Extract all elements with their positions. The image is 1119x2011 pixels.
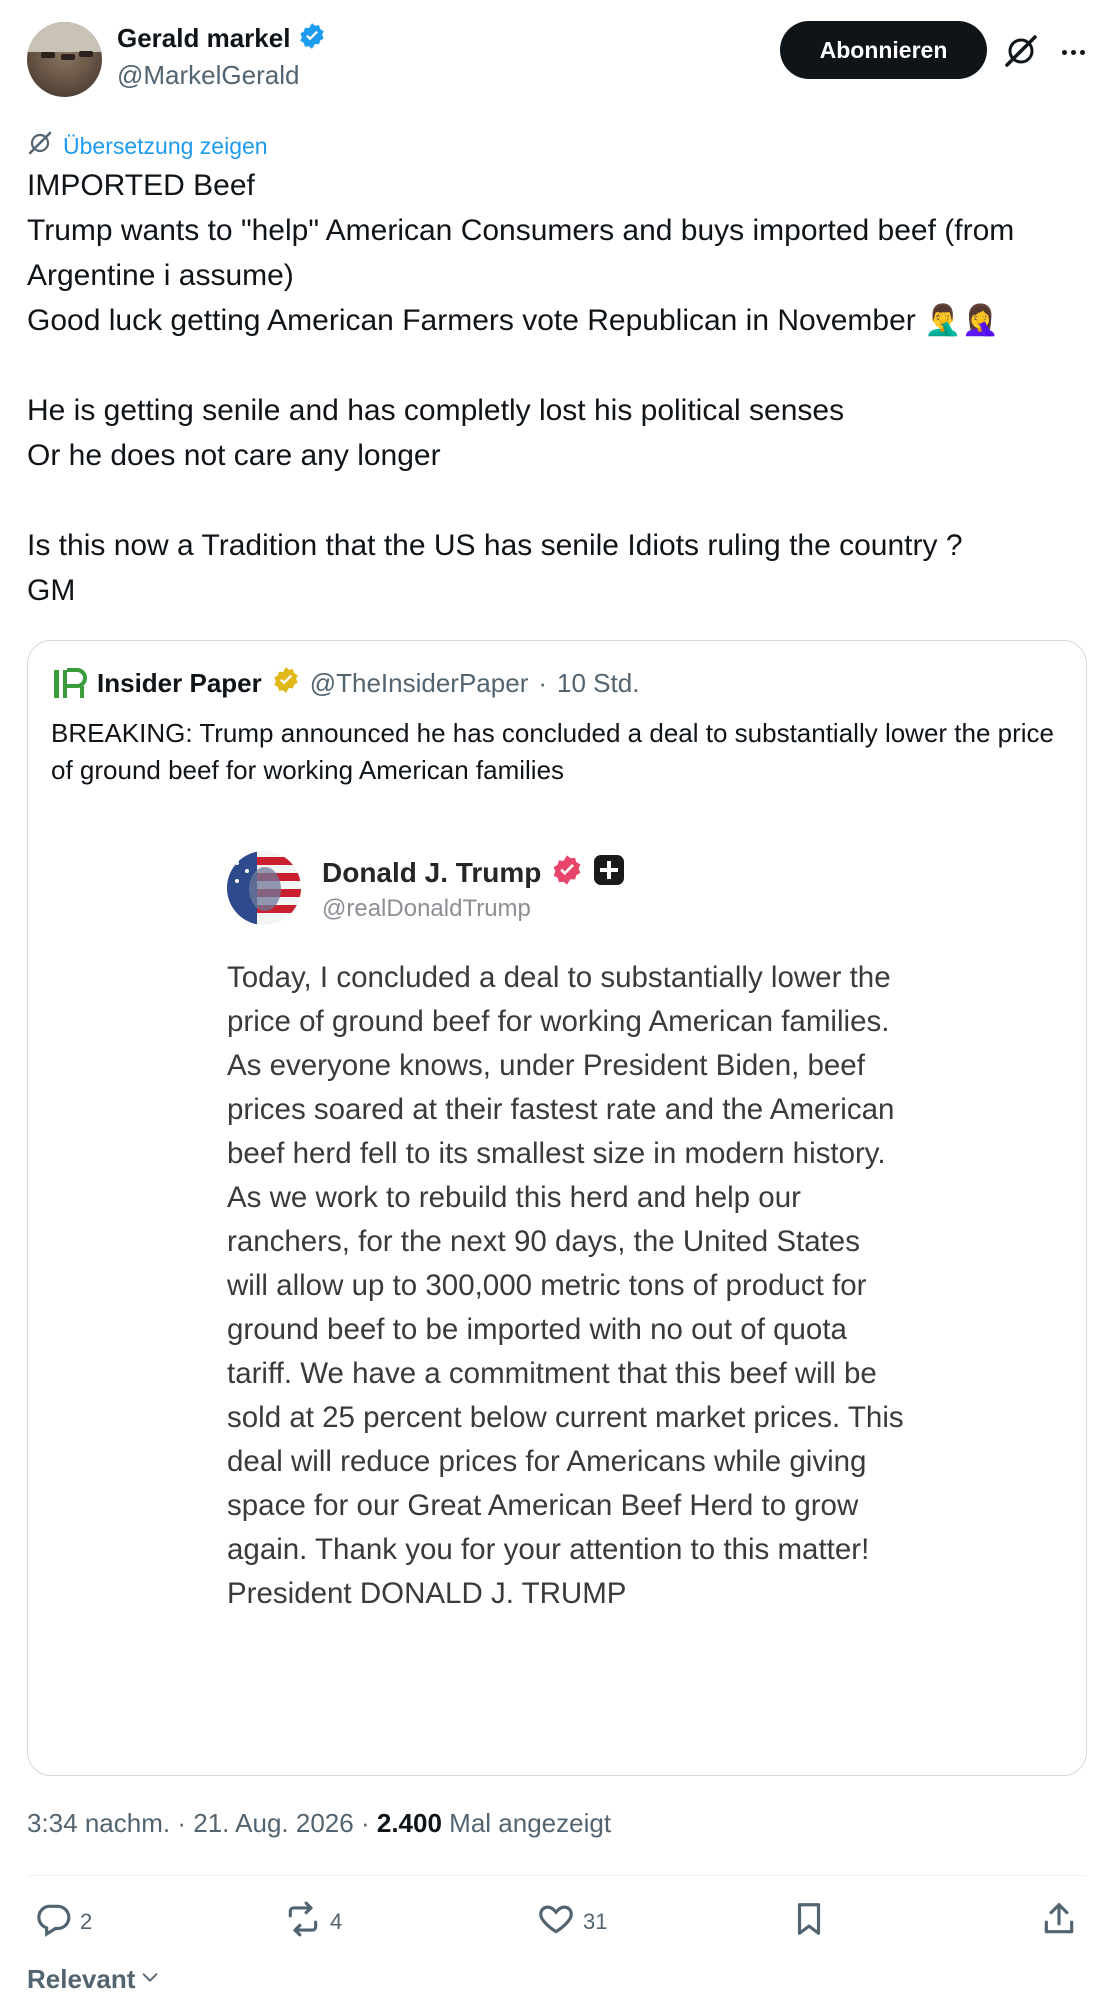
translate-label: Übersetzung zeigen xyxy=(63,132,268,159)
meta-separator: · xyxy=(360,1808,370,1838)
reply-count: 2 xyxy=(80,1909,93,1934)
quote-author-handle[interactable]: @TheInsiderPaper xyxy=(310,668,529,699)
insider-paper-logo[interactable] xyxy=(51,667,87,701)
grok-translate-icon xyxy=(27,130,53,162)
repost-button[interactable]: 4 xyxy=(284,1900,342,1944)
meta-separator: · xyxy=(177,1808,186,1838)
verified-pink-badge-icon xyxy=(551,854,583,891)
like-button[interactable]: 31 xyxy=(537,1900,607,1944)
heart-icon xyxy=(537,1900,575,1944)
quote-header: Insider Paper @TheInsiderPaper · 10 Std. xyxy=(51,666,639,701)
grok-icon[interactable] xyxy=(1003,33,1039,69)
share-icon xyxy=(1040,1900,1078,1944)
quote-author-name[interactable]: Insider Paper xyxy=(97,668,262,699)
show-translation-link[interactable]: Übersetzung zeigen xyxy=(27,130,268,162)
quote-text: BREAKING: Trump announced he has conclud… xyxy=(51,718,1055,785)
more-options-icon[interactable] xyxy=(1055,34,1091,70)
repost-count: 4 xyxy=(330,1909,343,1934)
views-label: Mal angezeigt xyxy=(449,1808,612,1838)
embedded-post-text: Today, I concluded a deal to substantial… xyxy=(227,961,904,1610)
truth-plus-icon xyxy=(593,854,625,891)
like-count: 31 xyxy=(583,1909,608,1934)
author-handle[interactable]: @MarkelGerald xyxy=(117,60,299,91)
quote-timestamp[interactable]: 10 Std. xyxy=(557,668,639,699)
embedded-name-row: Donald J. Trump xyxy=(322,854,625,891)
tweet-meta: 3:34 nachm. · 21. Aug. 2026 · 2.400 Mal … xyxy=(27,1808,611,1839)
share-button[interactable] xyxy=(1040,1900,1078,1944)
tweet-date[interactable]: 21. Aug. 2026 xyxy=(193,1808,353,1838)
embedded-author-name: Donald J. Trump xyxy=(322,856,542,888)
divider xyxy=(27,1875,1087,1876)
tweet-time[interactable]: 3:34 nachm. xyxy=(27,1808,170,1838)
follow-button[interactable]: Abonnieren xyxy=(780,21,987,79)
reply-icon xyxy=(34,1900,72,1944)
tweet-text: IMPORTED Beef Trump wants to "help" Amer… xyxy=(27,169,1015,607)
quote-separator: · xyxy=(538,668,548,698)
author-display-name[interactable]: Gerald markel xyxy=(117,23,290,54)
chevron-down-icon xyxy=(139,1964,161,1995)
repost-icon xyxy=(284,1900,322,1944)
reply-button[interactable]: 2 xyxy=(34,1900,92,1944)
sort-dropdown[interactable]: Relevant xyxy=(27,1964,161,1995)
embedded-avatar xyxy=(227,851,301,925)
avatar[interactable] xyxy=(27,22,102,97)
bookmark-button[interactable] xyxy=(790,1900,828,1944)
verified-badge-icon xyxy=(298,22,326,55)
embedded-author-handle: @realDonaldTrump xyxy=(322,895,531,922)
bookmark-icon xyxy=(790,1900,828,1944)
verified-gold-badge-icon xyxy=(272,666,300,701)
view-count: 2.400 xyxy=(376,1808,442,1838)
sort-label: Relevant xyxy=(27,1964,136,1994)
author-name-row: Gerald markel xyxy=(117,22,326,55)
